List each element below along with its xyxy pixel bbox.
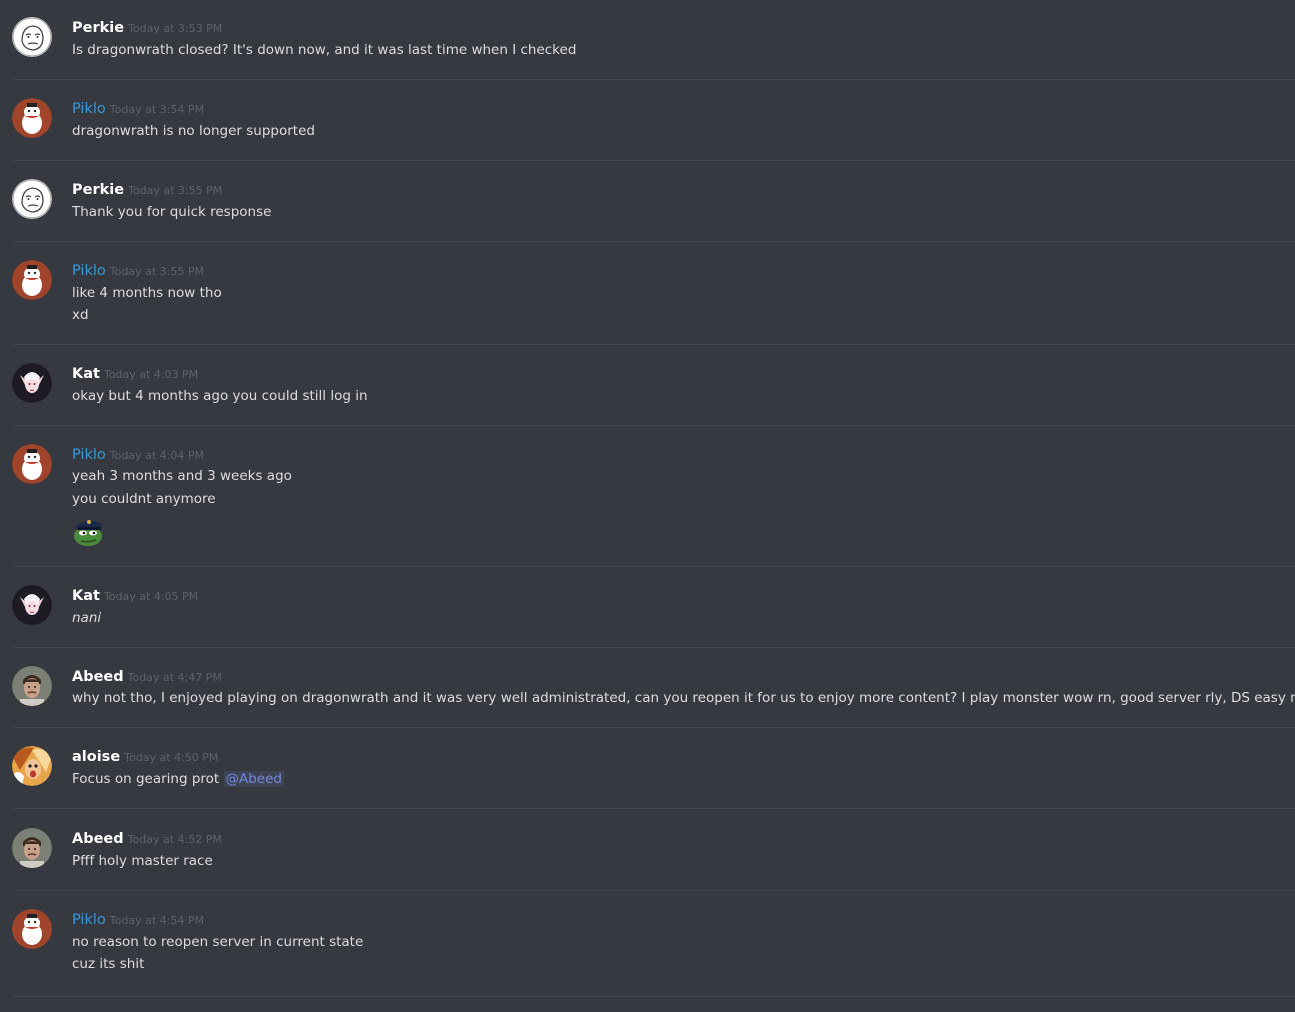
timestamp: Today at 4:05 PM (103, 590, 199, 603)
message-header: Perkie Today at 3:55 PM (72, 179, 222, 199)
message-group: Perkie Today at 3:55 PM Thank you for qui… (12, 179, 1295, 242)
message-text: dragonwrath is no longer supported (72, 123, 315, 139)
message-text: xd (72, 307, 89, 323)
penguin-avatar-icon[interactable] (12, 909, 52, 949)
message-text: Pfff holy master race (72, 853, 213, 869)
timestamp: Today at 4:54 PM (109, 914, 204, 927)
message-header: aloise Today at 4:50 PM (72, 746, 218, 766)
penguin-avatar-icon[interactable] (12, 98, 52, 138)
username[interactable]: Piklo (72, 912, 106, 928)
username[interactable]: Perkie (72, 20, 124, 36)
timestamp: Today at 4:50 PM (124, 751, 219, 764)
cartoon-face-avatar-icon[interactable] (12, 746, 52, 786)
message-group: Abeed Today at 4:52 PM Pfff holy master r… (12, 828, 1295, 891)
elf-avatar-icon[interactable] (12, 363, 52, 403)
username[interactable]: Kat (72, 588, 100, 604)
message-text: cuz its shit (72, 956, 145, 972)
pepe-police-emoji-icon[interactable] (72, 514, 104, 546)
message-text: Thank you for quick response (72, 204, 272, 220)
man-portrait-avatar-icon[interactable] (12, 828, 52, 868)
message-text: why not tho, I enjoyed playing on dragon… (72, 690, 1295, 706)
timestamp: Today at 3:53 PM (128, 22, 223, 35)
message-text: Focus on gearing prot @Abeed (72, 769, 284, 789)
wojak-avatar-icon[interactable] (12, 179, 52, 219)
message-group: aloise Today at 4:50 PM Focus on gearing … (12, 746, 1295, 809)
message-group: Perkie Today at 3:53 PM Is dragonwrath cl… (12, 17, 1295, 80)
username[interactable]: Perkie (72, 182, 124, 198)
message-header: Kat Today at 4:03 PM (72, 363, 198, 383)
message-text: yeah 3 months and 3 weeks ago (72, 468, 292, 484)
message-header: Perkie Today at 3:53 PM (72, 17, 222, 37)
timestamp: Today at 3:55 PM (109, 265, 204, 278)
username[interactable]: Piklo (72, 263, 106, 279)
timestamp: Today at 3:55 PM (128, 184, 223, 197)
message-text-content: Focus on gearing prot (72, 771, 220, 787)
message-header: Piklo Today at 4:04 PM (72, 444, 204, 464)
username[interactable]: Abeed (72, 831, 124, 847)
elf-avatar-icon[interactable] (12, 585, 52, 625)
penguin-avatar-icon[interactable] (12, 444, 52, 484)
timestamp: Today at 4:52 PM (127, 833, 222, 846)
message-group: Kat Today at 4:05 PM nani (12, 585, 1295, 648)
message-group: Piklo Today at 3:54 PM dragonwrath is no … (12, 98, 1295, 161)
message-text: you couldnt anymore (72, 491, 216, 507)
username[interactable]: Abeed (72, 669, 124, 685)
message-text: like 4 months now tho (72, 285, 222, 301)
message-header: Piklo Today at 3:54 PM (72, 98, 204, 118)
timestamp: Today at 3:54 PM (109, 103, 204, 116)
username[interactable]: Piklo (72, 101, 106, 117)
message-group: Piklo Today at 3:55 PM like 4 months now … (12, 260, 1295, 345)
message-text: Is dragonwrath closed? It's down now, an… (72, 42, 577, 58)
penguin-avatar-icon[interactable] (12, 260, 52, 300)
message-header: Piklo Today at 3:55 PM (72, 260, 204, 280)
message-group: Piklo Today at 4:04 PM yeah 3 months and … (12, 444, 1295, 567)
man-portrait-avatar-icon[interactable] (12, 666, 52, 706)
chat-messages[interactable]: Perkie Today at 3:53 PM Is dragonwrath cl… (0, 0, 1295, 1012)
message-group: Abeed Today at 4:47 PM why not tho, I enj… (12, 666, 1295, 728)
timestamp: Today at 4:04 PM (109, 449, 204, 462)
message-header: Kat Today at 4:05 PM (72, 585, 198, 605)
message-header: Abeed Today at 4:47 PM (72, 666, 222, 686)
username[interactable]: Piklo (72, 447, 106, 463)
timestamp: Today at 4:47 PM (127, 671, 222, 684)
username[interactable]: Kat (72, 366, 100, 382)
message-text: okay but 4 months ago you could still lo… (72, 388, 368, 404)
username[interactable]: aloise (72, 749, 120, 765)
message-text: no reason to reopen server in current st… (72, 934, 364, 950)
message-text: nani (72, 610, 102, 626)
timestamp: Today at 4:03 PM (103, 368, 199, 381)
message-group: Kat Today at 4:03 PM okay but 4 months ag… (12, 363, 1295, 426)
user-mention[interactable]: @Abeed (223, 771, 284, 787)
message-header: Piklo Today at 4:54 PM (72, 909, 204, 929)
wojak-avatar-icon[interactable] (12, 17, 52, 57)
message-header: Abeed Today at 4:52 PM (72, 828, 222, 848)
message-group: Piklo Today at 4:54 PM no reason to reope… (12, 909, 1295, 997)
